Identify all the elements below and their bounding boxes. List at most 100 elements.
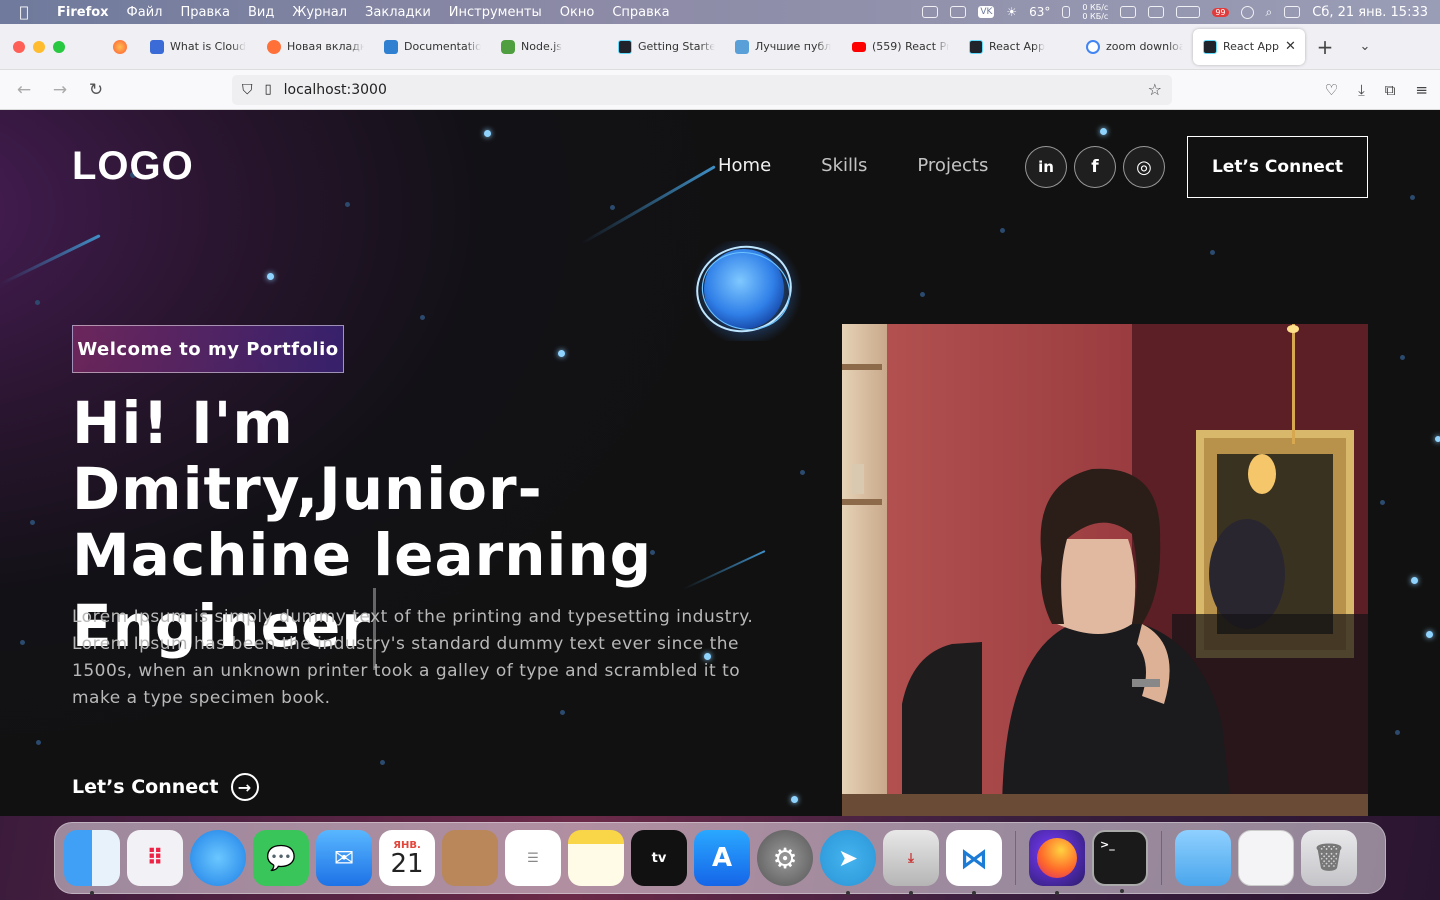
tab-best-publications[interactable]: Лучшие публ [725, 29, 842, 65]
menu-view[interactable]: Вид [239, 5, 283, 20]
page-icon: ▯ [264, 82, 272, 97]
folder-icon[interactable] [1175, 830, 1231, 886]
star-particle [380, 760, 385, 765]
tab-zoom-download[interactable]: zoom downloa [1076, 29, 1193, 65]
url-bar[interactable]: ⛉ ▯ localhost:3000 ☆ [232, 74, 1172, 105]
transmission-icon[interactable]: ⤓ [883, 830, 939, 895]
tab-pinned-firefox[interactable] [100, 29, 140, 65]
cpu-graph-icon[interactable] [1120, 6, 1137, 18]
back-button[interactable]: ← [6, 80, 42, 100]
vscode-icon[interactable]: ⋈ [946, 830, 1002, 895]
minimize-window-button[interactable] [33, 40, 45, 53]
vscode-icon [384, 39, 398, 54]
network-stats[interactable]: 0 КБ/с 0 КБ/с [1082, 3, 1108, 21]
extensions-icon[interactable]: ⧉ [1385, 81, 1396, 99]
menu-bookmarks[interactable]: Закладки [356, 5, 440, 20]
tab-nodejs[interactable]: Node.js [491, 29, 608, 65]
tab-documentation[interactable]: Documentatio [374, 29, 491, 65]
play-icon[interactable] [1240, 5, 1254, 19]
tv-label: tv [651, 850, 667, 866]
dock-separator [1015, 831, 1016, 885]
forward-button[interactable]: → [42, 80, 78, 100]
battery-icon[interactable] [950, 6, 967, 18]
running-indicator [90, 891, 94, 895]
nav-skills[interactable]: Skills [821, 155, 867, 176]
menu-file[interactable]: Файл [118, 5, 172, 20]
firefox-icon [267, 39, 281, 54]
apple-tv-icon[interactable]: tv [631, 830, 687, 886]
bookmark-star-icon[interactable]: ☆ [1148, 80, 1172, 99]
reload-button[interactable]: ↻ [78, 80, 114, 100]
nav-home[interactable]: Home [718, 155, 771, 176]
disk-graph-icon[interactable] [1176, 6, 1201, 18]
tab-youtube-react[interactable]: (559) React Pr [842, 29, 959, 65]
wifi-off-icon[interactable] [922, 6, 939, 18]
linkedin-icon[interactable]: in [1025, 146, 1067, 188]
pocket-icon[interactable]: ♡ [1325, 81, 1338, 99]
downloads-stack-icon[interactable] [1238, 830, 1294, 886]
menu-help[interactable]: Справка [603, 5, 678, 20]
facebook-icon[interactable]: f [1074, 146, 1116, 188]
launchpad-icon[interactable]: ⠿ [127, 830, 183, 886]
tab-new-tab[interactable]: Новая вкладк [257, 29, 374, 65]
menu-window[interactable]: Окно [551, 5, 604, 20]
telegram-icon[interactable]: ➤ [820, 830, 876, 895]
spotlight-search-icon[interactable]: ⌕ [1266, 5, 1273, 20]
apple-menu-icon[interactable]:  [0, 3, 48, 21]
list-all-tabs-chevron-icon[interactable]: ⌄ [1345, 39, 1385, 54]
tab-getting-started[interactable]: Getting Starte [608, 29, 725, 65]
finder-icon[interactable] [64, 830, 120, 895]
star-particle [558, 350, 565, 357]
tab-what-is-cloud[interactable]: What is Cloud [140, 29, 257, 65]
menu-hamburger-icon[interactable]: ≡ [1415, 81, 1428, 99]
tab-react-app[interactable]: React App [959, 29, 1076, 65]
nav-projects[interactable]: Projects [917, 155, 988, 176]
memory-graph-icon[interactable] [1148, 6, 1165, 18]
tab-label: React App [1223, 40, 1280, 53]
notes-icon[interactable] [568, 830, 624, 886]
trash-icon[interactable]: 🗑 [1301, 830, 1357, 886]
lets-connect-link[interactable]: Let’s Connect → [72, 773, 259, 801]
control-center-icon[interactable] [1284, 6, 1301, 18]
app-store-icon[interactable]: A [694, 830, 750, 886]
menu-edit[interactable]: Правка [171, 5, 238, 20]
reminders-icon[interactable]: ☰ [505, 830, 561, 886]
window-controls [0, 40, 100, 53]
menu-app-firefox[interactable]: Firefox [48, 5, 118, 20]
instagram-icon[interactable]: ◎ [1123, 146, 1165, 188]
firefox-icon[interactable] [1029, 830, 1085, 895]
tab-label: Node.js [521, 40, 562, 53]
star-particle [1100, 128, 1107, 135]
lets-connect-button[interactable]: Let’s Connect [1187, 136, 1368, 198]
star-particle [610, 205, 615, 210]
close-window-button[interactable] [13, 40, 25, 53]
notification-badge[interactable]: 99 [1212, 7, 1229, 17]
menu-history[interactable]: Журнал [283, 5, 356, 20]
weather-temp[interactable]: 63° [1029, 5, 1050, 19]
mail-icon[interactable]: ✉ [316, 830, 372, 886]
site-logo[interactable]: LOGO [72, 144, 194, 189]
vk-icon[interactable]: VK [978, 6, 995, 18]
weather-icon[interactable]: ☀ [1006, 5, 1017, 19]
safari-icon[interactable] [190, 830, 246, 886]
tab-react-app-active[interactable]: React App ✕ [1193, 28, 1305, 65]
fullscreen-window-button[interactable] [53, 40, 65, 53]
activity-icon[interactable] [1062, 6, 1071, 18]
calendar-icon[interactable]: ЯНВ. 21 [379, 830, 435, 886]
welcome-badge: Welcome to my Portfolio [72, 325, 344, 373]
new-tab-button[interactable]: + [1305, 35, 1345, 59]
clock[interactable]: Сб, 21 янв. 15:33 [1312, 5, 1428, 20]
terminal-icon[interactable]: >_ [1092, 830, 1148, 893]
close-tab-icon[interactable]: ✕ [1285, 39, 1296, 54]
star-particle [30, 520, 35, 525]
menu-tools[interactable]: Инструменты [440, 5, 551, 20]
star-particle [420, 315, 425, 320]
url-text[interactable]: localhost:3000 [284, 82, 387, 98]
messages-icon[interactable]: 💬 [253, 830, 309, 886]
react-icon [618, 39, 632, 54]
tracking-shield-icon[interactable]: ⛉ [242, 82, 253, 98]
system-preferences-icon[interactable]: ⚙ [757, 830, 813, 886]
contacts-icon[interactable] [442, 830, 498, 886]
downloads-icon[interactable]: ⤓ [1358, 81, 1365, 99]
profile-photo [842, 324, 1368, 816]
